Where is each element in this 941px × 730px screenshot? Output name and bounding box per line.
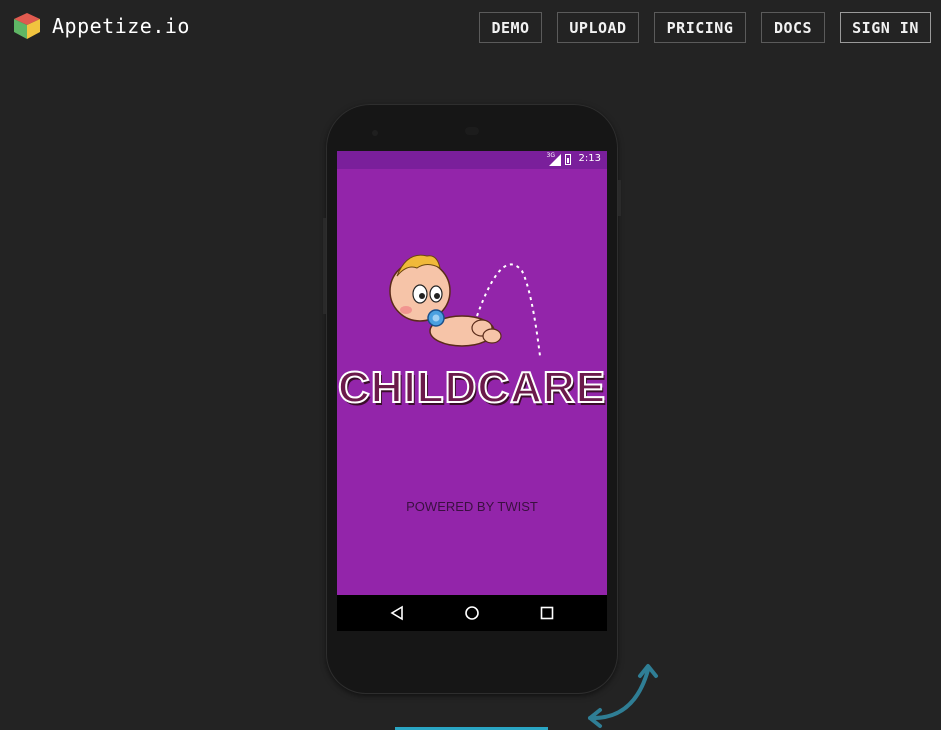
page: Appetize.io DEMO UPLOAD PRICING DOCS SIG… (0, 0, 941, 730)
childcare-logo-text: CHILDCARE (337, 362, 607, 413)
status-time: 2:13 (578, 153, 601, 164)
earpiece-speaker (465, 127, 479, 135)
sign-in-button[interactable]: SIGN IN (840, 12, 931, 43)
device-screen[interactable]: 3G 2:13 CHILDCARE POWERED BY TWIST (337, 151, 607, 631)
android-nav-bar (337, 595, 607, 631)
nav-upload-button[interactable]: UPLOAD (557, 12, 639, 43)
android-status-bar: 3G 2:13 (337, 151, 607, 169)
top-nav: DEMO UPLOAD PRICING DOCS SIGN IN (0, 12, 941, 45)
baby-illustration (389, 254, 541, 357)
front-camera (372, 130, 378, 136)
power-button (618, 180, 621, 216)
back-icon[interactable] (388, 604, 406, 622)
home-icon[interactable] (463, 604, 481, 622)
powered-by-text: POWERED BY TWIST (406, 499, 538, 514)
nav-demo-button[interactable]: DEMO (479, 12, 542, 43)
recent-apps-icon[interactable] (538, 604, 556, 622)
nav-pricing-button[interactable]: PRICING (654, 12, 746, 43)
volume-button (323, 218, 326, 314)
battery-icon (565, 154, 571, 165)
signal-icon (549, 154, 561, 166)
nav-docs-button[interactable]: DOCS (761, 12, 825, 43)
phone-device-frame: 3G 2:13 CHILDCARE POWERED BY TWIST (323, 104, 621, 694)
rotate-arrow-icon[interactable] (584, 660, 664, 730)
